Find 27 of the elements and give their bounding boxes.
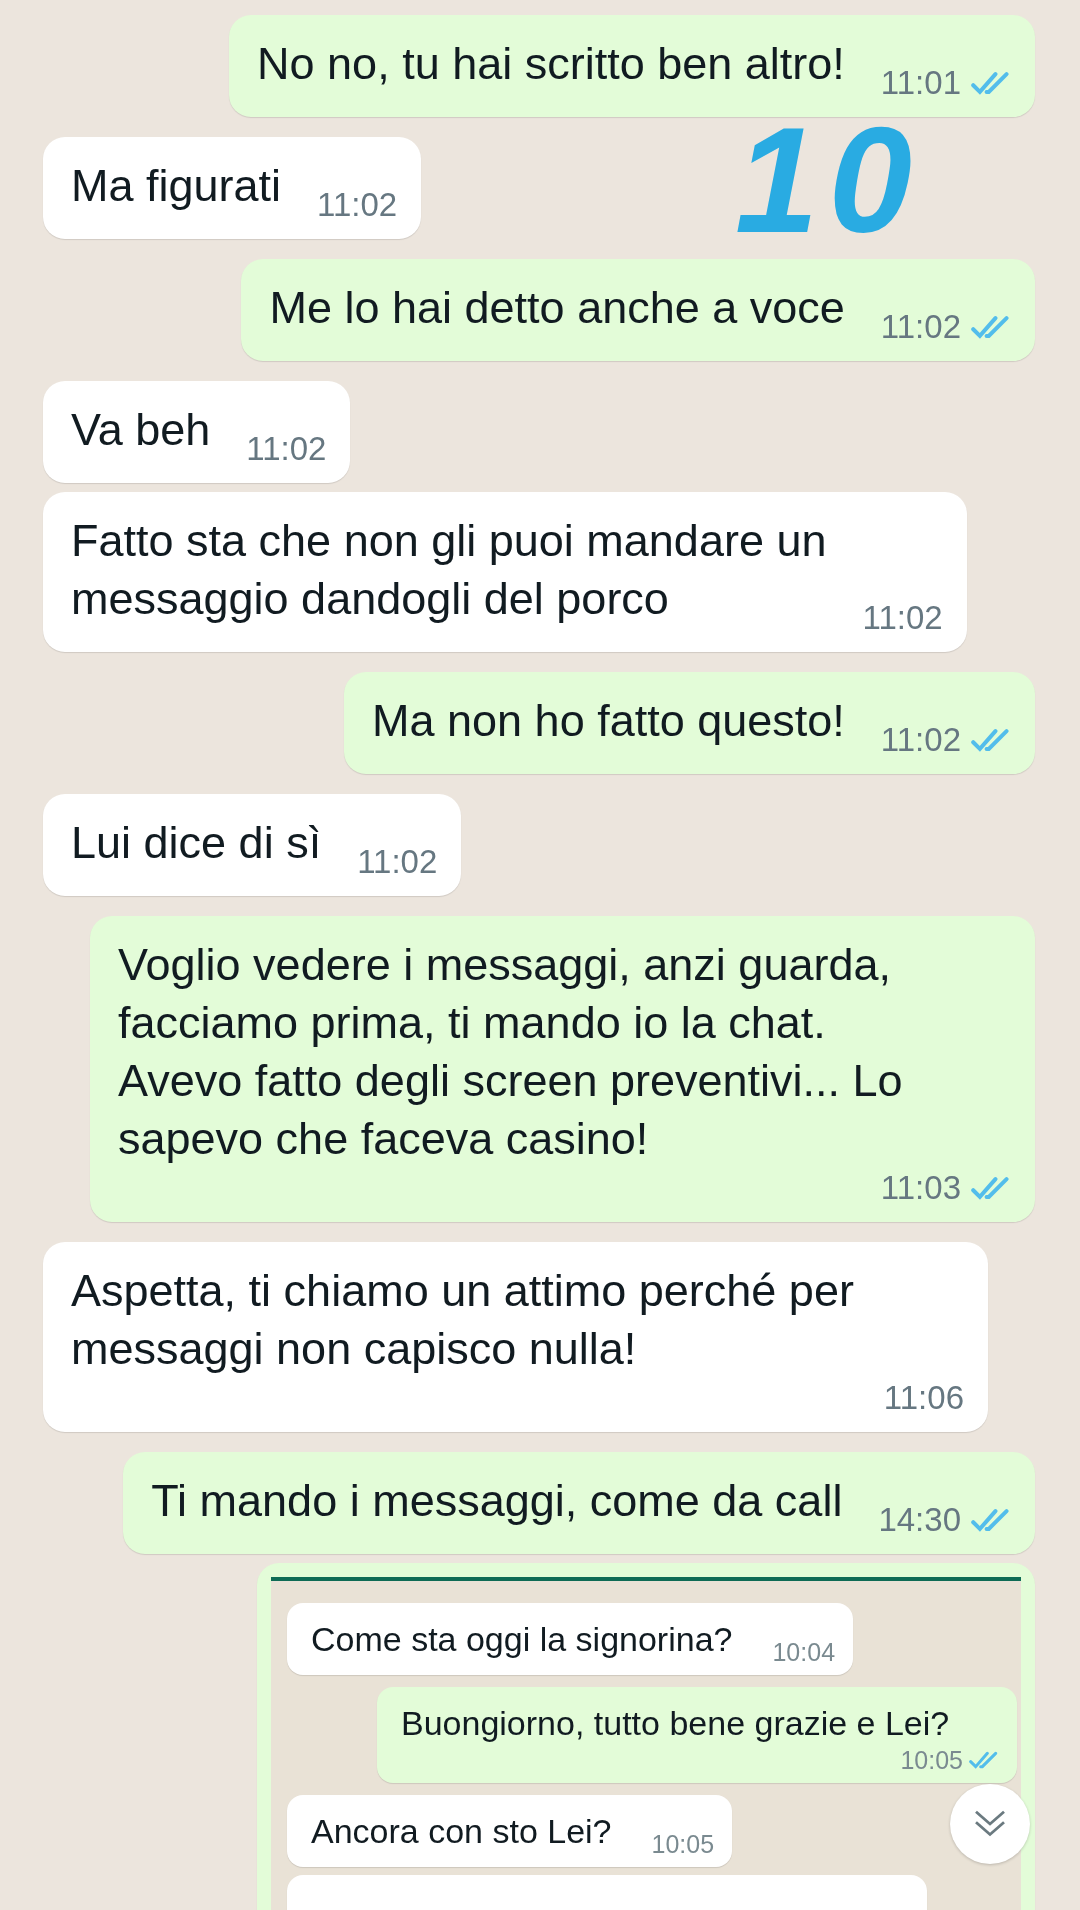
message-text: Aspetta, ti chiamo un attimo perché per messaggi non capisco nulla! [71,1264,854,1376]
message-text: Voglio vedere i messaggi, anzi guarda, facciamo prima, ti mando io la chat. Avevo fatto degli screen preventivi... Lo sapevo che faceva casino! [118,938,903,1166]
timestamp: 10:05 [900,1745,963,1775]
timestamp: 11:03 [880,1168,961,1208]
message-text: No no, tu hai scritto ben altro! [257,37,845,91]
timestamp: 11:06 [883,1378,964,1418]
timestamp: 14:30 [878,1500,961,1540]
timestamp: 11:02 [880,720,961,760]
message-text: Me lo hai detto anche a voce [269,281,845,335]
timestamp: 11:02 [862,598,943,638]
timestamp: 11:01 [880,63,961,103]
message-text: Lui dice di sì [71,816,322,870]
message-text: Buongiorno, tutto bene grazie e Lei? [401,1703,950,1744]
timestamp: 11:02 [357,842,438,882]
timestamp: 11:02 [317,185,398,225]
message-text: Ma figurati [71,159,282,213]
message-text: Ma non ho fatto questo! [372,694,845,748]
timestamp: 11:02 [246,429,327,469]
message-text: Va beh [71,403,211,457]
message-text: Come sta oggi la signorina? [311,1619,733,1660]
timestamp: 10:05 [651,1829,715,1859]
message-text: Ti mando i messaggi, come da call [151,1474,843,1528]
timestamp: 10:04 [772,1637,836,1667]
message-text: Fatto sta che non gli puoi mandare un messaggio dandogli del porco [71,514,827,626]
handwritten-number: 10 [735,105,922,255]
message-text: Ancora con sto Lei? [311,1811,612,1852]
timestamp: 11:02 [880,307,961,347]
